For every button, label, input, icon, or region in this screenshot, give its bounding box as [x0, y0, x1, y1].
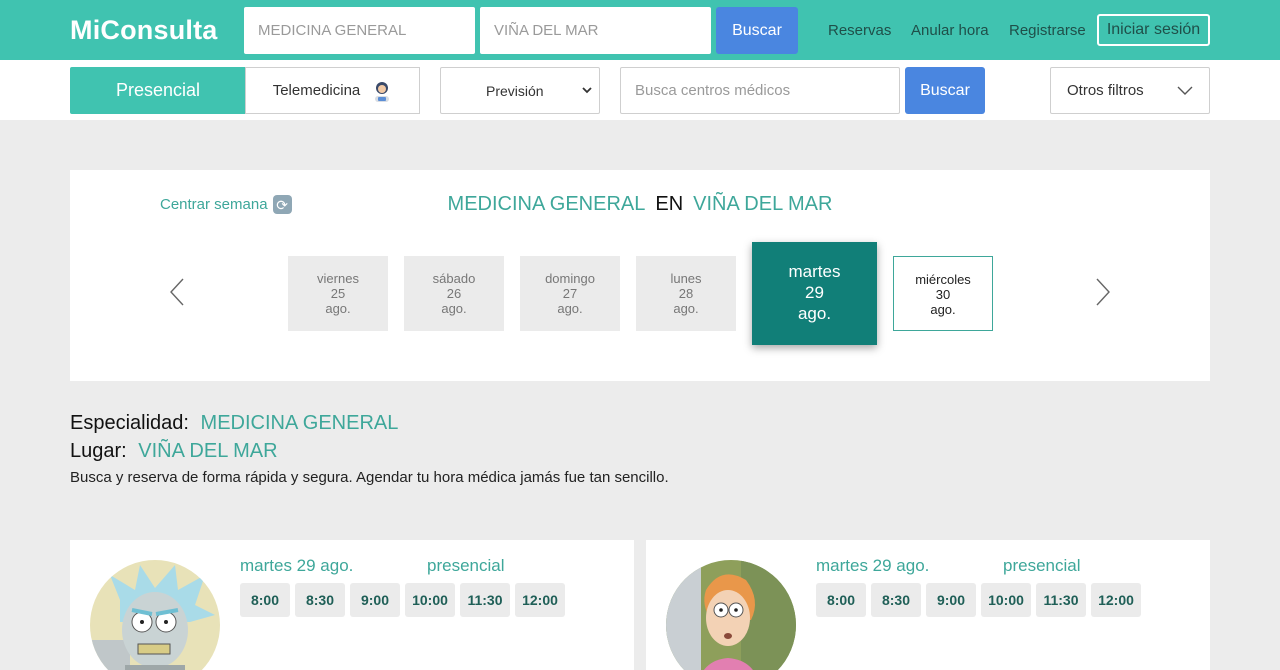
time-slot[interactable]: 8:30	[871, 583, 921, 617]
time-slot[interactable]: 12:00	[515, 583, 565, 617]
day-number: 30	[935, 287, 951, 302]
day-miercoles-30[interactable]: miércoles 30 ago.	[893, 256, 993, 331]
nav-reservas-link[interactable]: Reservas	[828, 22, 891, 39]
login-button[interactable]: Iniciar sesión	[1097, 14, 1210, 46]
specialty-input[interactable]	[244, 7, 475, 54]
day-number: 27	[562, 286, 578, 301]
info-description: Busca y reserva de forma rápida y segura…	[70, 469, 669, 486]
day-month: ago.	[930, 302, 956, 317]
time-slot[interactable]: 12:00	[1091, 583, 1141, 617]
day-lunes-28[interactable]: lunes 28 ago.	[636, 256, 736, 331]
next-week-arrow-icon[interactable]	[1094, 277, 1112, 312]
day-month: ago.	[673, 301, 699, 316]
day-name: sábado	[432, 271, 476, 286]
day-number: 25	[330, 286, 346, 301]
doctor-card: martes 29 ago. presencial 8:00 8:30 9:00…	[646, 540, 1210, 670]
time-slot[interactable]: 10:00	[981, 583, 1031, 617]
tab-presencial[interactable]: Presencial	[70, 67, 246, 114]
day-name: miércoles	[915, 272, 971, 287]
heading-location: VIÑA DEL MAR	[693, 193, 833, 215]
time-slot[interactable]: 11:30	[1036, 583, 1086, 617]
day-number: 26	[446, 286, 462, 301]
time-slots: 8:00 8:30 9:00 10:00 11:30 12:00	[240, 583, 565, 617]
time-slot[interactable]: 9:00	[350, 583, 400, 617]
chevron-down-icon	[1177, 84, 1193, 102]
day-sabado-26[interactable]: sábado 26 ago.	[404, 256, 504, 331]
heading-specialty: MEDICINA GENERAL	[447, 193, 646, 215]
time-slot[interactable]: 11:30	[460, 583, 510, 617]
day-domingo-27[interactable]: domingo 27 ago.	[520, 256, 620, 331]
telemedicina-label: Telemedicina	[272, 82, 361, 99]
day-month: ago.	[325, 301, 351, 316]
doctor-card: martes 29 ago. presencial 8:00 8:30 9:00…	[70, 540, 634, 670]
nav-registrarse-link[interactable]: Registrarse	[1009, 22, 1086, 39]
week-selector-card: Centrar semana ⟳ MEDICINA GENERAL EN VIÑA …	[70, 170, 1210, 381]
especialidad-value: MEDICINA GENERAL	[200, 412, 399, 434]
day-name: viernes	[317, 271, 359, 286]
especialidad-line: Especialidad: MEDICINA GENERAL	[70, 412, 1210, 440]
time-slot[interactable]: 10:00	[405, 583, 455, 617]
otros-filtros-dropdown[interactable]: Otros filtros	[1050, 67, 1210, 114]
header-search-button[interactable]: Buscar	[716, 7, 798, 54]
time-slot[interactable]: 9:00	[926, 583, 976, 617]
day-number: 28	[678, 286, 694, 301]
prevision-select[interactable]: Previsión	[440, 67, 600, 114]
lugar-label: Lugar:	[70, 440, 127, 462]
search-heading: MEDICINA GENERAL EN VIÑA DEL MAR	[70, 193, 1210, 216]
time-slot[interactable]: 8:00	[240, 583, 290, 617]
day-month: ago.	[441, 301, 467, 316]
tab-telemedicina[interactable]: Telemedicina	[245, 67, 420, 114]
otros-filtros-label: Otros filtros	[1067, 82, 1144, 99]
time-slot[interactable]: 8:00	[816, 583, 866, 617]
day-month: ago.	[557, 301, 583, 316]
especialidad-label: Especialidad:	[70, 412, 189, 434]
logo[interactable]: MiConsulta	[70, 15, 218, 46]
lugar-value: VIÑA DEL MAR	[138, 440, 278, 462]
top-header: MiConsulta Buscar Reservas Anular hora R…	[0, 0, 1280, 60]
nav-anular-hora-link[interactable]: Anular hora	[911, 22, 989, 39]
card-date: martes 29 ago.	[816, 556, 930, 575]
location-input[interactable]	[480, 7, 711, 54]
heading-en: EN	[655, 193, 684, 215]
doctor-icon	[372, 79, 392, 103]
day-name: martes	[788, 262, 841, 281]
card-date: martes 29 ago.	[240, 556, 354, 575]
avatar[interactable]	[90, 560, 220, 670]
lugar-line: Lugar: VIÑA DEL MAR	[70, 440, 1210, 468]
prevision-label: Previsión	[486, 82, 544, 99]
avatar[interactable]	[666, 560, 796, 670]
day-viernes-25[interactable]: viernes 25 ago.	[288, 256, 388, 331]
day-month: ago.	[797, 304, 832, 323]
prev-week-arrow-icon[interactable]	[168, 277, 186, 312]
time-slots: 8:00 8:30 9:00 10:00 11:30 12:00	[816, 583, 1141, 617]
card-mode: presencial	[427, 556, 505, 575]
day-martes-29-selected[interactable]: martes 29 ago.	[752, 242, 877, 345]
filter-bar: Presencial Telemedicina Previsión Buscar…	[0, 60, 1280, 120]
card-mode: presencial	[1003, 556, 1081, 575]
centros-search-input[interactable]	[620, 67, 900, 114]
day-name: domingo	[545, 271, 595, 286]
centros-search-button[interactable]: Buscar	[905, 67, 985, 114]
chevron-down-icon	[581, 82, 593, 101]
day-name: lunes	[670, 271, 702, 286]
time-slot[interactable]: 8:30	[295, 583, 345, 617]
search-info: Especialidad: MEDICINA GENERAL Lugar: VI…	[70, 412, 1210, 486]
day-number: 29	[805, 283, 824, 302]
